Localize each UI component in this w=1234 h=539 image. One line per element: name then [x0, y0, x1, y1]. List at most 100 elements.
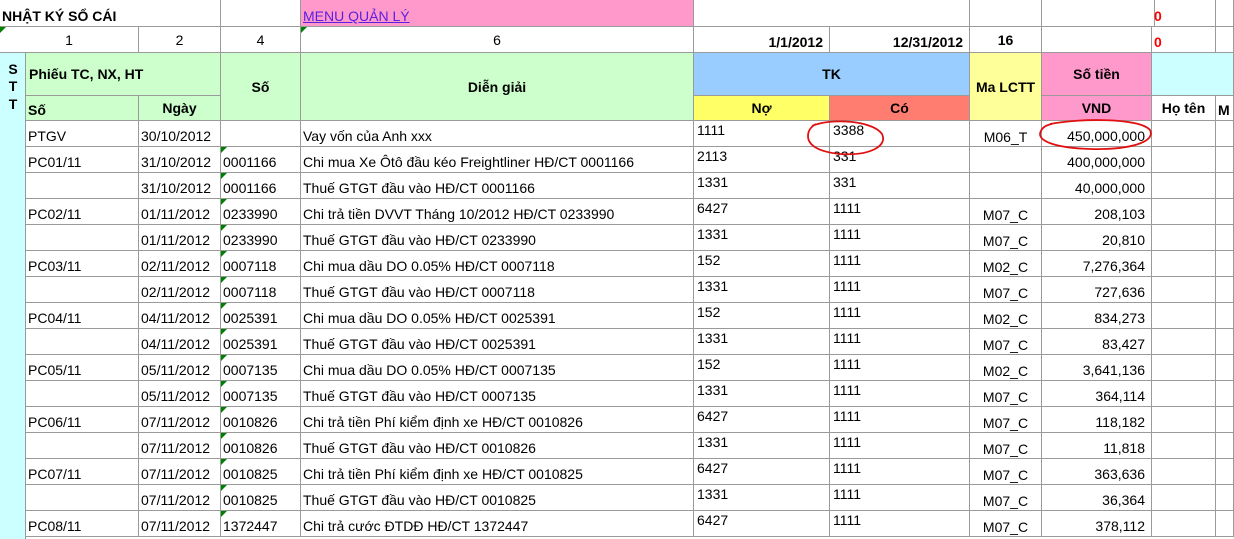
sheet-title[interactable]: NHẬT KÝ SỔ CÁI: [0, 0, 221, 27]
cell-ma-lctt[interactable]: M07_C: [970, 277, 1042, 303]
cell-so[interactable]: 0010825: [221, 459, 301, 485]
cell-so-tien[interactable]: 208,103: [1042, 199, 1152, 225]
cell-ngay[interactable]: 31/10/2012: [139, 173, 221, 199]
cell-so-phieu[interactable]: [26, 433, 139, 459]
cell-so-phieu[interactable]: PC05/11: [26, 355, 139, 381]
col-number-2[interactable]: 2: [139, 27, 221, 53]
cell-extra[interactable]: [1216, 277, 1234, 303]
cell-ho-ten[interactable]: [1152, 355, 1216, 381]
cell-extra[interactable]: [1216, 199, 1234, 225]
cell[interactable]: [1216, 27, 1234, 53]
cell-co[interactable]: 1111: [830, 251, 970, 277]
cell-extra[interactable]: [1216, 485, 1234, 511]
cell-ngay[interactable]: 02/11/2012: [139, 277, 221, 303]
cell-ngay[interactable]: 01/11/2012: [139, 225, 221, 251]
cell-extra[interactable]: [1216, 173, 1234, 199]
cell-co[interactable]: 1111: [830, 355, 970, 381]
cell-no[interactable]: 6427: [694, 511, 830, 537]
cell-so[interactable]: 0007135: [221, 381, 301, 407]
cell-so-phieu[interactable]: [26, 485, 139, 511]
cell-ho-ten[interactable]: [1152, 381, 1216, 407]
cell-ho-ten[interactable]: [1152, 407, 1216, 433]
cell-no[interactable]: 6427: [694, 199, 830, 225]
cell-so-tien[interactable]: 118,182: [1042, 407, 1152, 433]
cell-extra[interactable]: [1216, 121, 1234, 147]
cell-so-phieu[interactable]: [26, 329, 139, 355]
cell-ngay[interactable]: 05/11/2012: [139, 355, 221, 381]
cell-ho-ten[interactable]: [1152, 329, 1216, 355]
flag-cell-1[interactable]: 0: [1152, 0, 1216, 27]
cell-so[interactable]: [221, 121, 301, 147]
cell-dien-giai[interactable]: Chi mua dầu DO 0.05% HĐ/CT 0007135: [301, 355, 694, 381]
cell-ma-lctt[interactable]: [970, 173, 1042, 199]
cell-so[interactable]: 0010825: [221, 485, 301, 511]
cell-dien-giai[interactable]: Chi trả tiền DVVT Tháng 10/2012 HĐ/CT 02…: [301, 199, 694, 225]
cell-extra[interactable]: [1216, 407, 1234, 433]
cell-so-phieu[interactable]: PC02/11: [26, 199, 139, 225]
col-number-6[interactable]: 6: [301, 27, 694, 53]
cell-dien-giai[interactable]: Chi trả tiền Phí kiểm định xe HĐ/CT 0010…: [301, 459, 694, 485]
cell-so-tien[interactable]: 20,810: [1042, 225, 1152, 251]
cell-ho-ten[interactable]: [1152, 433, 1216, 459]
cell-co[interactable]: 1111: [830, 485, 970, 511]
cell-so[interactable]: 0001166: [221, 147, 301, 173]
cell-dien-giai[interactable]: Chi trả tiền Phí kiểm định xe HĐ/CT 0010…: [301, 407, 694, 433]
cell-dien-giai[interactable]: Thuế GTGT đầu vào HĐ/CT 0010826: [301, 433, 694, 459]
cell-co[interactable]: 331: [830, 147, 970, 173]
col-number-1[interactable]: 1: [0, 27, 139, 53]
header-so[interactable]: Số: [221, 53, 301, 121]
cell-so[interactable]: 0007118: [221, 277, 301, 303]
header-ngay[interactable]: Ngày: [139, 96, 221, 121]
cell-so-tien[interactable]: 364,114: [1042, 381, 1152, 407]
cell-ngay[interactable]: 02/11/2012: [139, 251, 221, 277]
cell-no[interactable]: 1331: [694, 225, 830, 251]
header-ma-lctt[interactable]: Ma LCTT: [970, 53, 1042, 121]
cell-no[interactable]: 1111: [694, 121, 830, 147]
cell-so-tien[interactable]: 400,000,000: [1042, 147, 1152, 173]
header-phieu[interactable]: Phiếu TC, NX, HT: [26, 53, 221, 96]
cell-extra[interactable]: [1216, 355, 1234, 381]
cell-ho-ten[interactable]: [1152, 147, 1216, 173]
cell-ho-ten[interactable]: [1152, 459, 1216, 485]
cell-no[interactable]: 6427: [694, 407, 830, 433]
cell[interactable]: [1042, 27, 1152, 53]
cell-extra[interactable]: [1216, 381, 1234, 407]
cell-no[interactable]: 152: [694, 303, 830, 329]
cell-so-tien[interactable]: 450,000,000: [1042, 121, 1152, 147]
cell-so-tien[interactable]: 40,000,000: [1042, 173, 1152, 199]
cell-so-tien[interactable]: 3,641,136: [1042, 355, 1152, 381]
cell-dien-giai[interactable]: Thuế GTGT đầu vào HĐ/CT 0001166: [301, 173, 694, 199]
cell-ho-ten[interactable]: [1152, 199, 1216, 225]
cell-ma-lctt[interactable]: M02_C: [970, 303, 1042, 329]
cell-co[interactable]: 1111: [830, 459, 970, 485]
cell-no[interactable]: 1331: [694, 329, 830, 355]
cell-co[interactable]: 3388: [830, 121, 970, 147]
cell-ngay[interactable]: 07/11/2012: [139, 485, 221, 511]
header-so-tien[interactable]: Số tiền: [1042, 53, 1152, 96]
cell-so[interactable]: 0007118: [221, 251, 301, 277]
cell-extra[interactable]: [1216, 511, 1234, 537]
date-from[interactable]: 1/1/2012: [694, 27, 830, 53]
cell-dien-giai[interactable]: Thuế GTGT đầu vào HĐ/CT 0007135: [301, 381, 694, 407]
cell-ma-lctt[interactable]: M06_T: [970, 121, 1042, 147]
cell-extra[interactable]: [1216, 147, 1234, 173]
cell-co[interactable]: 1111: [830, 433, 970, 459]
cell-ngay[interactable]: 30/10/2012: [139, 121, 221, 147]
cell-ho-ten[interactable]: [1152, 303, 1216, 329]
cell-co[interactable]: 1111: [830, 199, 970, 225]
cell-extra[interactable]: [1216, 329, 1234, 355]
cell-no[interactable]: 152: [694, 251, 830, 277]
cell-so-tien[interactable]: 727,636: [1042, 277, 1152, 303]
cell-so[interactable]: 0233990: [221, 225, 301, 251]
cell-ma-lctt[interactable]: M02_C: [970, 251, 1042, 277]
cell-ma-lctt[interactable]: M07_C: [970, 199, 1042, 225]
cell-co[interactable]: 1111: [830, 407, 970, 433]
cell-so-phieu[interactable]: PC08/11: [26, 511, 139, 537]
cell-so[interactable]: 0025391: [221, 303, 301, 329]
cell-ngay[interactable]: 04/11/2012: [139, 329, 221, 355]
cell[interactable]: [970, 0, 1042, 27]
cell-no[interactable]: 152: [694, 355, 830, 381]
cell-ma-lctt[interactable]: M07_C: [970, 225, 1042, 251]
flag-cell-2[interactable]: 0: [1152, 27, 1216, 53]
header-blank[interactable]: [1152, 53, 1234, 96]
